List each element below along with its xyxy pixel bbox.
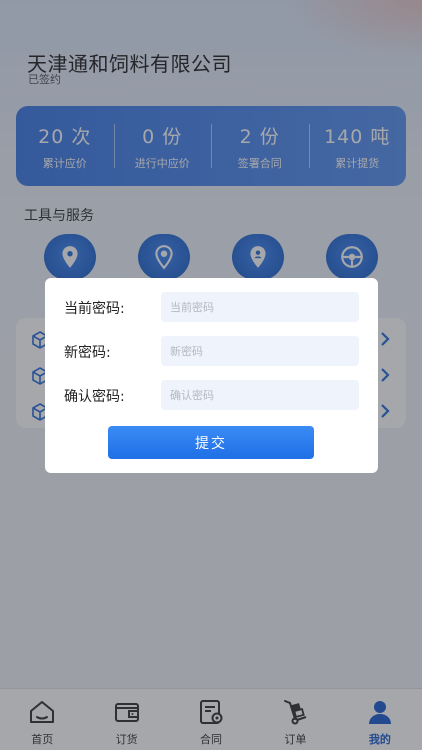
current-password-input[interactable] bbox=[161, 292, 359, 322]
new-password-label: 新密码: bbox=[64, 345, 111, 361]
change-password-modal: 当前密码: 新密码: 确认密码: 提交 bbox=[45, 278, 378, 473]
submit-button[interactable]: 提交 bbox=[108, 426, 314, 459]
current-password-row: 当前密码: bbox=[45, 292, 378, 324]
current-password-label: 当前密码: bbox=[64, 301, 125, 317]
confirm-password-label: 确认密码: bbox=[64, 389, 125, 405]
new-password-input[interactable] bbox=[161, 336, 359, 366]
confirm-password-row: 确认密码: bbox=[45, 380, 378, 412]
new-password-row: 新密码: bbox=[45, 336, 378, 368]
confirm-password-input[interactable] bbox=[161, 380, 359, 410]
